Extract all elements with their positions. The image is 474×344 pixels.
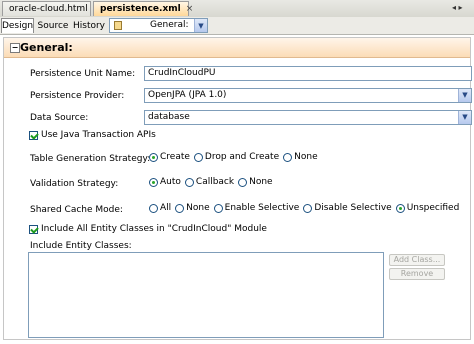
view-toolbar: Design Source History General: ▼ bbox=[0, 17, 474, 35]
radio-label: Callback bbox=[195, 177, 235, 187]
section-selector[interactable]: General: ▼ bbox=[109, 18, 208, 33]
general-section-panel: − General: Persistence Unit Name: CrudIn… bbox=[3, 37, 472, 340]
persistence-unit-icon bbox=[114, 21, 122, 30]
radio-selected-icon[interactable] bbox=[149, 152, 158, 162]
radio-icon[interactable] bbox=[238, 177, 248, 187]
close-tab-icon[interactable]: × bbox=[186, 4, 194, 14]
include-classes-label: Include Entity Classes: bbox=[30, 241, 132, 251]
radio-drop-and-create[interactable]: Drop and Create bbox=[193, 152, 280, 162]
radio-disable-selective[interactable]: Disable Selective bbox=[303, 203, 392, 213]
chevron-down-icon[interactable]: ▼ bbox=[458, 89, 471, 102]
radio-callback[interactable]: Callback bbox=[184, 177, 235, 187]
radio-icon[interactable] bbox=[175, 203, 185, 213]
radio-label: Enable Selective bbox=[224, 203, 300, 213]
validation-label: Validation Strategy: bbox=[30, 179, 119, 189]
radio-label: None bbox=[249, 177, 273, 187]
checkbox-checked-icon[interactable] bbox=[29, 224, 38, 234]
datasource-label: Data Source: bbox=[30, 113, 89, 123]
include-all-checkbox[interactable]: Include All Entity Classes in "CrudInClo… bbox=[29, 224, 267, 234]
radio-label: Drop and Create bbox=[204, 152, 280, 162]
radio-auto[interactable]: Auto bbox=[149, 177, 181, 187]
jta-checkbox[interactable]: Use Java Transaction APIs bbox=[29, 130, 156, 140]
radio-icon[interactable] bbox=[184, 177, 194, 187]
table-gen-options: Create Drop and Create None bbox=[149, 152, 322, 162]
radio-label: Create bbox=[160, 152, 190, 162]
radio-icon[interactable] bbox=[149, 203, 158, 213]
radio-label: None bbox=[294, 152, 318, 162]
chevron-down-icon[interactable]: ▼ bbox=[194, 19, 207, 32]
radio-label: Disable Selective bbox=[314, 203, 392, 213]
collapse-icon[interactable]: − bbox=[10, 43, 20, 53]
tab-label: oracle-cloud.html bbox=[9, 4, 88, 14]
chevron-down-icon[interactable]: ▼ bbox=[458, 111, 471, 124]
editor-tab-bar: oracle-cloud.html × persistence.xml × ◂ … bbox=[0, 0, 474, 18]
entity-class-list[interactable] bbox=[28, 252, 384, 338]
provider-label: Persistence Provider: bbox=[30, 91, 125, 101]
radio-label: None bbox=[186, 203, 210, 213]
datasource-value: database bbox=[148, 112, 190, 122]
radio-none[interactable]: None bbox=[175, 203, 210, 213]
radio-none[interactable]: None bbox=[238, 177, 273, 187]
tab-history[interactable]: History bbox=[72, 18, 106, 33]
provider-select[interactable]: OpenJPA (JPA 1.0) ▼ bbox=[144, 88, 472, 103]
radio-create[interactable]: Create bbox=[149, 152, 190, 162]
table-gen-label: Table Generation Strategy: bbox=[30, 154, 151, 164]
cache-label: Shared Cache Mode: bbox=[30, 205, 123, 215]
remove-button[interactable]: Remove bbox=[389, 268, 445, 280]
tab-persistence-xml[interactable]: persistence.xml × bbox=[93, 1, 193, 16]
tab-source[interactable]: Source bbox=[37, 18, 69, 33]
radio-label: Unspecified bbox=[406, 203, 460, 213]
jta-label: Use Java Transaction APIs bbox=[41, 130, 156, 140]
radio-none[interactable]: None bbox=[283, 152, 318, 162]
section-title: General: bbox=[20, 41, 73, 54]
tab-label: persistence.xml bbox=[100, 4, 181, 14]
radio-label: Auto bbox=[160, 177, 181, 187]
section-header[interactable]: − General: bbox=[4, 38, 470, 58]
radio-icon[interactable] bbox=[283, 152, 293, 162]
radio-label: All bbox=[160, 203, 172, 213]
checkbox-checked-icon[interactable] bbox=[29, 130, 38, 140]
section-selector-value: General: bbox=[150, 20, 189, 30]
add-class-button[interactable]: Add Class... bbox=[389, 254, 445, 266]
radio-icon[interactable] bbox=[193, 152, 203, 162]
cache-options: All None Enable Selective Disable Select… bbox=[149, 203, 463, 213]
radio-enable-selective[interactable]: Enable Selective bbox=[213, 203, 300, 213]
unit-name-label: Persistence Unit Name: bbox=[30, 69, 136, 79]
tab-scroll-arrows-icon[interactable]: ◂ ▸ bbox=[452, 3, 463, 12]
provider-value: OpenJPA (JPA 1.0) bbox=[148, 90, 227, 100]
radio-selected-icon[interactable] bbox=[149, 177, 158, 187]
tab-design[interactable]: Design bbox=[1, 18, 34, 33]
radio-selected-icon[interactable] bbox=[395, 203, 405, 213]
datasource-select[interactable]: database ▼ bbox=[144, 110, 472, 125]
unit-name-field[interactable]: CrudInCloudPU bbox=[144, 66, 472, 81]
radio-all[interactable]: All bbox=[149, 203, 171, 213]
validation-options: Auto Callback None bbox=[149, 177, 277, 187]
include-all-label: Include All Entity Classes in "CrudInClo… bbox=[41, 224, 267, 234]
radio-icon[interactable] bbox=[213, 203, 223, 213]
tab-oracle-cloud-html[interactable]: oracle-cloud.html × bbox=[2, 1, 100, 16]
radio-icon[interactable] bbox=[303, 203, 313, 213]
radio-unspecified[interactable]: Unspecified bbox=[395, 203, 460, 213]
